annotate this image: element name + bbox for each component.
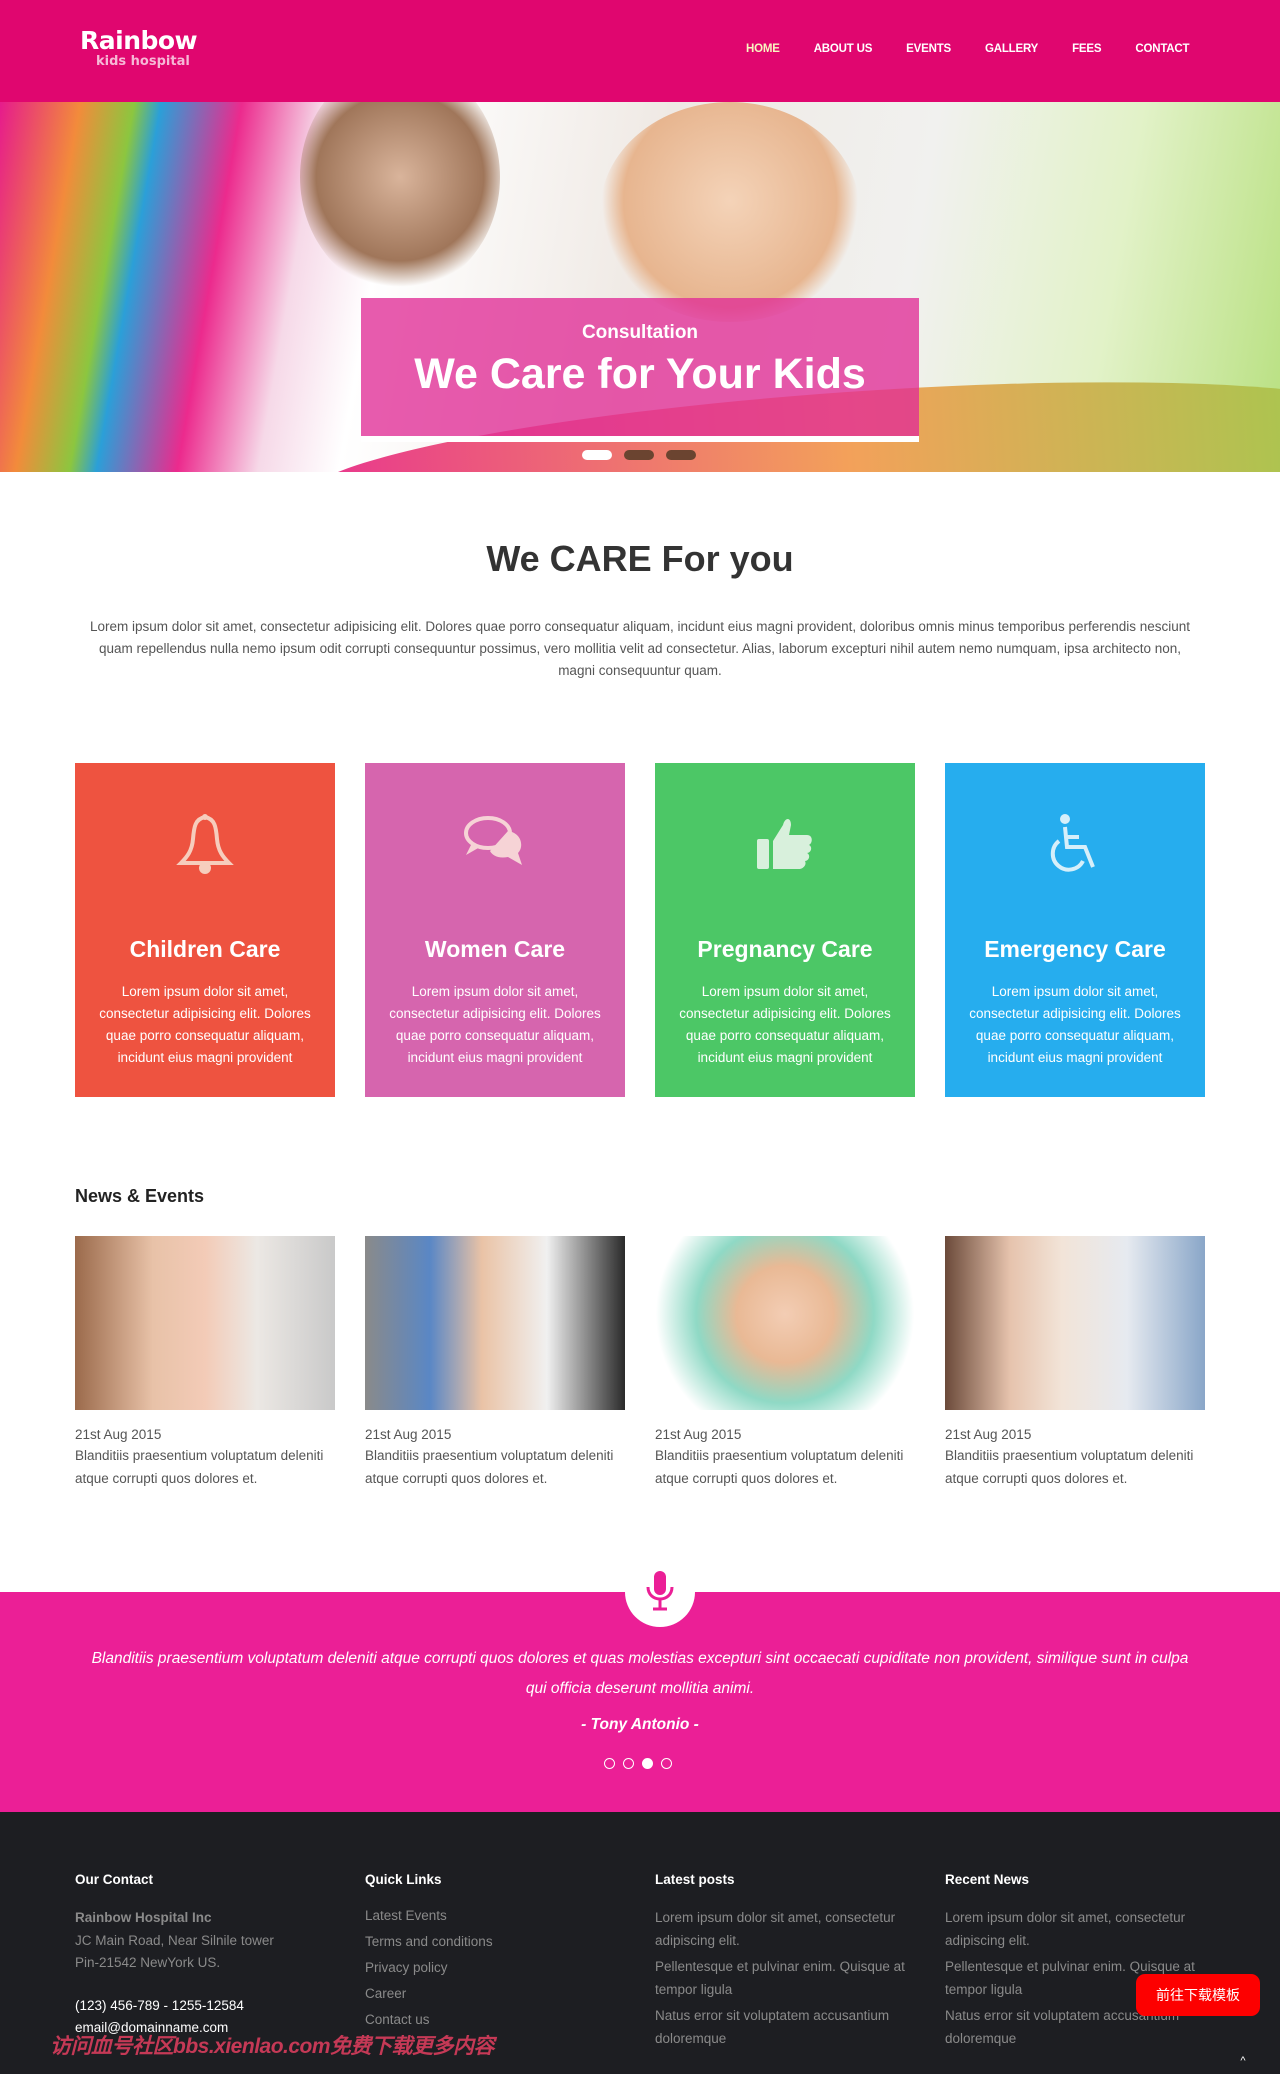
site-header: Rainbow kids hospital HOME ABOUT US EVEN… — [0, 0, 1280, 102]
service-text: Lorem ipsum dolor sit amet, consectetur … — [969, 984, 1181, 1065]
footer-heading: Our Contact — [75, 1872, 154, 1887]
download-template-button[interactable]: 前往下载模板 — [1136, 1974, 1260, 2016]
contact-phone: (123) 456-789 - 1255-12584 — [75, 1997, 244, 2013]
contact-address-line1: JC Main Road, Near Silnile tower — [75, 1932, 274, 1948]
footer-recent-news: Recent News Lorem ipsum dolor sit amet, … — [945, 1872, 1205, 2050]
news-image-girl[interactable] — [75, 1236, 335, 1410]
nav-events[interactable]: EVENTS — [906, 43, 951, 55]
service-card-women[interactable]: Women Care Lorem ipsum dolor sit amet, c… — [365, 763, 625, 1097]
nav-home[interactable]: HOME — [746, 43, 780, 55]
logo-sub: kids hospital — [96, 54, 190, 69]
footer-heading: Recent News — [945, 1872, 1030, 1887]
service-text: Lorem ipsum dolor sit amet, consectetur … — [389, 984, 601, 1065]
section-title: We CARE For you — [486, 538, 794, 579]
back-to-top-button[interactable]: ^ — [1230, 2048, 1256, 2074]
news-image-mother-baby[interactable] — [945, 1236, 1205, 1410]
service-text: Lorem ipsum dolor sit amet, consectetur … — [99, 984, 311, 1065]
testimonial-dot-1[interactable] — [604, 1758, 615, 1769]
contact-address-line2: Pin-21542 NewYork US. — [75, 1955, 221, 1970]
hero-slider: Consultation We Care for Your Kids — [0, 102, 1280, 472]
footer-quick-links: Quick Links Latest Events Terms and cond… — [365, 1872, 625, 2033]
logo[interactable]: Rainbow kids hospital — [80, 26, 198, 69]
section-intro: Lorem ipsum dolor sit amet, consectetur … — [89, 619, 1191, 678]
contact-name: Rainbow Hospital Inc — [75, 1910, 212, 1925]
testimonial-pagination — [604, 1758, 672, 1769]
footer-heading: Quick Links — [365, 1872, 442, 1887]
news-item[interactable]: 21st Aug 2015 Blanditiis praesentium vol… — [365, 1236, 625, 1490]
footer-link[interactable]: Terms and conditions — [365, 1929, 625, 1955]
hero-dot-2[interactable] — [624, 450, 654, 460]
service-text: Lorem ipsum dolor sit amet, consectetur … — [679, 984, 891, 1065]
footer-post[interactable]: Pellentesque et pulvinar enim. Quisque a… — [655, 1956, 915, 2001]
hero-subtitle: Consultation — [581, 322, 699, 343]
footer-post[interactable]: Natus error sit voluptatem accusantium d… — [655, 2005, 915, 2050]
news-date: 21st Aug 2015 — [75, 1427, 162, 1442]
news-section-title: News & Events — [75, 1186, 205, 1206]
hero-dot-1[interactable] — [582, 450, 612, 460]
service-card-children[interactable]: Children Care Lorem ipsum dolor sit amet… — [75, 763, 335, 1097]
service-title: Children Care — [129, 936, 281, 962]
footer-latest-posts: Latest posts Lorem ipsum dolor sit amet,… — [655, 1872, 915, 2050]
news-item[interactable]: 21st Aug 2015 Blanditiis praesentium vol… — [655, 1236, 915, 1490]
testimonial-dot-2[interactable] — [623, 1758, 634, 1769]
nav-fees[interactable]: FEES — [1072, 43, 1101, 55]
footer-news[interactable]: Lorem ipsum dolor sit amet, consectetur … — [945, 1907, 1205, 1952]
footer-link[interactable]: Career — [365, 1981, 625, 2007]
main-nav: HOME ABOUT US EVENTS GALLERY FEES CONTAC… — [746, 43, 1223, 55]
footer-heading: Latest posts — [655, 1872, 735, 1887]
news-date: 21st Aug 2015 — [365, 1427, 452, 1442]
watermark: 访问血号社区bbs.xienlao.com免费下载更多内容 — [50, 2035, 495, 2058]
news-item[interactable]: 21st Aug 2015 Blanditiis praesentium vol… — [945, 1236, 1205, 1490]
microphone-icon — [625, 1557, 695, 1627]
service-title: Pregnancy Care — [697, 936, 873, 962]
news-image-child-stethoscope[interactable] — [655, 1236, 915, 1410]
hero-pagination — [582, 450, 696, 460]
hero-caption: Consultation We Care for Your Kids — [361, 298, 919, 442]
news-text: Blanditiis praesentium voluptatum deleni… — [945, 1448, 1194, 1486]
logo-main: Rainbow — [80, 26, 198, 55]
footer-link[interactable]: Latest Events — [365, 1903, 625, 1929]
service-card-emergency[interactable]: Emergency Care Lorem ipsum dolor sit ame… — [945, 763, 1205, 1097]
nav-contact[interactable]: CONTACT — [1135, 43, 1189, 55]
nav-about-us[interactable]: ABOUT US — [814, 43, 873, 55]
footer-link[interactable]: Privacy policy — [365, 1955, 625, 1981]
nav-gallery[interactable]: GALLERY — [985, 43, 1038, 55]
news-item[interactable]: 21st Aug 2015 Blanditiis praesentium vol… — [75, 1236, 335, 1490]
news-date: 21st Aug 2015 — [945, 1427, 1032, 1442]
chat-bubbles-icon — [365, 813, 625, 883]
service-title: Emergency Care — [984, 936, 1166, 962]
footer-contact: Our Contact Rainbow Hospital Inc JC Main… — [75, 1872, 335, 2040]
news-date: 21st Aug 2015 — [655, 1427, 742, 1442]
thumbs-up-icon — [655, 813, 915, 883]
hero-title: We Care for Your Kids — [414, 350, 866, 398]
testimonial-dot-3[interactable] — [642, 1758, 653, 1769]
bell-icon — [75, 813, 335, 883]
testimonial-dot-4[interactable] — [661, 1758, 672, 1769]
hero-image-doctor — [300, 102, 500, 292]
hero-dot-3[interactable] — [666, 450, 696, 460]
service-card-pregnancy[interactable]: Pregnancy Care Lorem ipsum dolor sit ame… — [655, 763, 915, 1097]
news-text: Blanditiis praesentium voluptatum deleni… — [75, 1448, 324, 1486]
news-image-kids-doctors[interactable] — [365, 1236, 625, 1410]
news-text: Blanditiis praesentium voluptatum deleni… — [655, 1448, 904, 1486]
testimonial-quote: Blanditiis praesentium voluptatum deleni… — [91, 1650, 1189, 1697]
hero-image-child — [600, 102, 860, 322]
testimonial-author: - Tony Antonio - — [581, 1716, 699, 1733]
wheelchair-icon — [945, 813, 1205, 883]
service-title: Women Care — [424, 936, 566, 962]
footer-post[interactable]: Lorem ipsum dolor sit amet, consectetur … — [655, 1907, 915, 1952]
news-text: Blanditiis praesentium voluptatum deleni… — [365, 1448, 614, 1486]
